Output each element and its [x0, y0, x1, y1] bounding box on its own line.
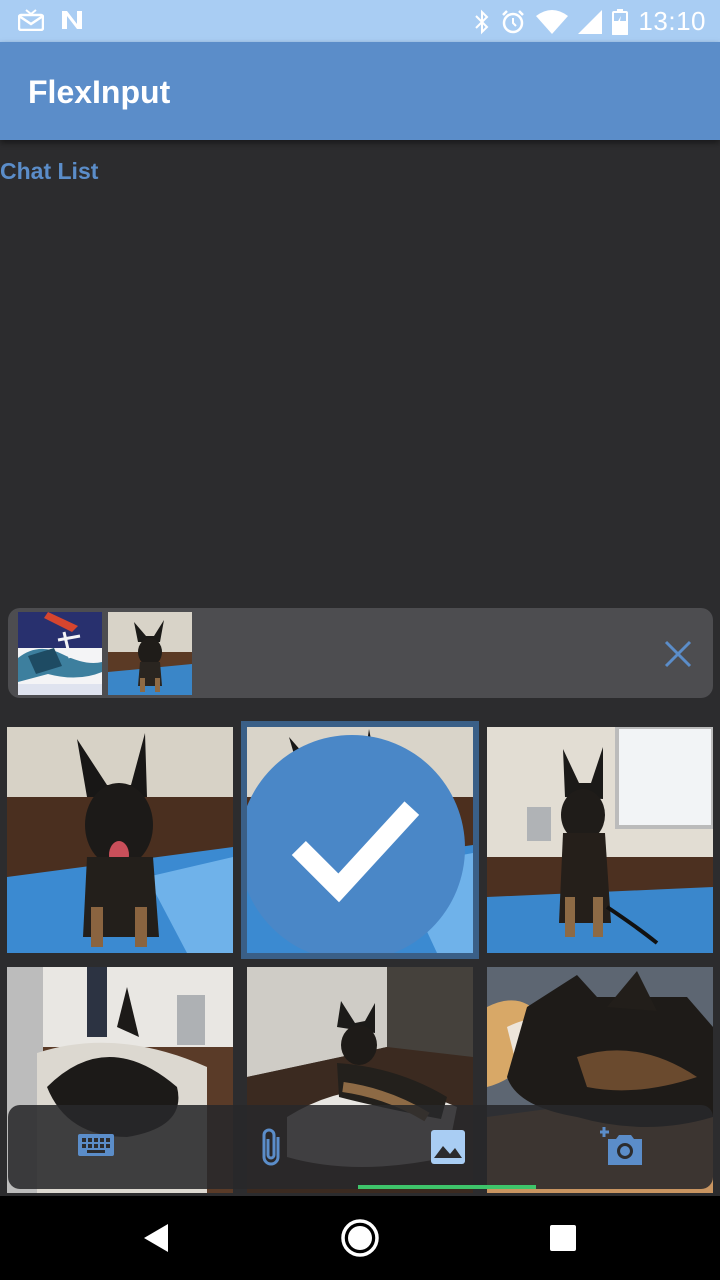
dog-photo-1[interactable]: [7, 727, 233, 953]
alarm-icon: [500, 9, 526, 35]
status-time: 13:10: [638, 6, 706, 36]
chat-list-label: Chat List: [0, 158, 99, 184]
back-button[interactable]: [136, 1216, 180, 1260]
navigation-bar: [0, 1196, 720, 1280]
attachment-preview-bar: [8, 608, 713, 698]
dog-thumbnail[interactable]: [108, 612, 192, 695]
wifi-icon: [536, 9, 569, 34]
selected-check-icon: [247, 735, 465, 953]
app-bar: FlexInput: [0, 42, 720, 140]
bluetooth-icon: [474, 9, 490, 35]
app-title: FlexInput: [28, 74, 171, 110]
image-icon[interactable]: [426, 1125, 470, 1169]
mail-notification-icon: [18, 9, 44, 31]
battery-icon: [612, 8, 629, 35]
home-button[interactable]: [338, 1216, 382, 1260]
dog-photo-2[interactable]: [241, 721, 479, 959]
close-icon[interactable]: [660, 636, 696, 672]
n-notification-icon: [60, 9, 84, 31]
dog-photo-3[interactable]: [487, 727, 713, 953]
comic-thumbnail[interactable]: [18, 612, 102, 695]
signal-icon: [578, 9, 603, 34]
active-tab-indicator: [358, 1185, 536, 1189]
input-toolbar: [8, 1105, 713, 1189]
status-bar: 13:10: [0, 0, 720, 42]
keyboard-icon[interactable]: [74, 1125, 118, 1169]
add-photo-icon[interactable]: [600, 1125, 644, 1169]
recents-button[interactable]: [541, 1216, 585, 1260]
attachment-icon[interactable]: [249, 1125, 293, 1169]
